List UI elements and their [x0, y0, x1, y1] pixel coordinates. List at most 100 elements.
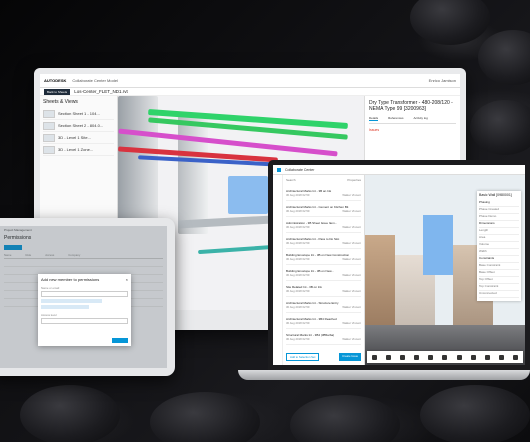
sheet-item[interactable]: 3D - Level 1 Site... [43, 132, 114, 144]
add-to-selection-button[interactable]: Add to Selection Set [286, 353, 320, 361]
list-item[interactable]: Administration - 3B Sheet Issue Item... 3… [286, 217, 361, 233]
leather-tuft [478, 30, 530, 85]
fullscreen-icon[interactable] [513, 354, 519, 360]
model-browser-icon[interactable] [470, 354, 476, 360]
item-owner: Walker Vincent [342, 320, 361, 325]
panel-title: Basic Wall [0980001] [479, 193, 512, 197]
issues-list: Search Properties Architectural Marks In… [283, 175, 365, 365]
property-row: Phase Demo [479, 214, 519, 221]
list-item[interactable]: Building Envelope Int - 3B on New Constr… [286, 249, 361, 265]
tablet-screen: Project Management Permissions Name Role… [0, 226, 167, 368]
project-name[interactable]: Collaborate Center Model [72, 78, 118, 83]
first-person-icon[interactable] [414, 354, 420, 360]
field-label: Name or email [41, 286, 60, 290]
orbit-icon[interactable] [371, 354, 377, 360]
item-owner: Walker Vincent [342, 256, 361, 261]
list-item[interactable]: Architectural Marks Int - 3B an Ink 30 Au… [286, 185, 361, 201]
list-item[interactable]: Architectural Marks Int - Pass to Do Slo… [286, 233, 361, 249]
section-icon[interactable] [442, 354, 448, 360]
list-item[interactable]: Site Related Int - 3B on Ink 30 Aug 2018 … [286, 281, 361, 297]
list-item[interactable]: Structural Marks Int - 3B4 (3B5arba) 30 A… [286, 329, 361, 345]
access-level-select[interactable] [41, 318, 128, 324]
close-icon[interactable]: × [126, 277, 128, 282]
item-date: 30 Aug 2018 02:59 [286, 304, 310, 309]
tablet: Project Management Permissions Name Role… [0, 218, 175, 376]
settings-icon[interactable] [499, 354, 505, 360]
properties-title: Dry Type Transformer - 480-208/120 - NEM… [369, 100, 453, 112]
sheet-thumbnail [43, 121, 55, 130]
panel-section[interactable]: Dimensions [479, 221, 519, 228]
building-3d-view[interactable]: Basic Wall [0980001] Phasing Phase Creat… [365, 175, 525, 365]
zoom-icon[interactable] [399, 354, 405, 360]
property-row: Base Constraint [479, 263, 519, 270]
leather-tuft [470, 100, 530, 155]
property-row: Top Constraint [479, 284, 519, 291]
top-bar: AUTODESK Collaborate Center Model Enrico… [40, 74, 460, 88]
sub-bar: Back to Sheets Los-Center_FLET_ND1.rvt [40, 88, 460, 96]
modal-header: Add new member to permissions × [41, 277, 128, 282]
explode-icon[interactable] [456, 354, 462, 360]
tab-details[interactable]: Details [369, 116, 379, 121]
create-issue-button[interactable]: Create Issue [339, 353, 361, 361]
property-row: Volume [479, 242, 519, 249]
user-menu[interactable]: Enrico Jamison [429, 78, 456, 83]
properties-link[interactable]: Properties [347, 178, 361, 182]
modal-title: Add new member to permissions [41, 277, 100, 282]
tab-references[interactable]: References [388, 116, 403, 121]
property-row: Length [479, 228, 519, 235]
add-member-modal: Add new member to permissions × Name or … [38, 274, 131, 346]
item-owner: Walker Vincent [342, 224, 361, 229]
sheet-thumbnail [43, 145, 55, 154]
issues-link[interactable]: Issues [369, 128, 456, 132]
wall-properties-panel: Basic Wall [0980001] Phasing Phase Creat… [477, 191, 521, 301]
member-chip[interactable] [41, 305, 89, 309]
panel-section[interactable]: Phasing [479, 200, 519, 207]
leather-tuft [290, 395, 400, 442]
laptop: Collaborate Center Search Properties Arc… [238, 160, 530, 382]
item-owner: Walker Vincent [342, 288, 361, 293]
field-label: Access level [41, 313, 57, 317]
leather-tuft [150, 392, 260, 442]
item-date: 30 Aug 2018 02:59 [286, 336, 310, 341]
tab-activity-log[interactable]: Activity log [414, 116, 428, 121]
list-item[interactable]: Architectural Marks Int - Structure Entr… [286, 297, 361, 313]
highlighted-wall[interactable] [423, 215, 453, 275]
list-actions: Add to Selection Set Create Issue [286, 353, 361, 361]
item-owner: Walker Vincent [342, 192, 361, 197]
sheet-thumbnail [43, 133, 55, 142]
property-row: Top Offset [479, 277, 519, 284]
sheet-item[interactable]: Section Sheet 2 - 804.0... [43, 120, 114, 132]
properties-tabs: Details References Activity log [369, 116, 456, 124]
sheet-item[interactable]: Section Sheet 1 - 104... [43, 108, 114, 120]
item-date: 30 Aug 2018 02:59 [286, 240, 310, 245]
item-date: 30 Aug 2018 02:59 [286, 224, 310, 229]
item-date: 30 Aug 2018 02:59 [286, 208, 310, 213]
sheet-item[interactable]: 3D - Level 1 Zone... [43, 144, 114, 156]
leather-tuft [420, 385, 530, 442]
laptop-bezel: Collaborate Center Search Properties Arc… [268, 160, 530, 370]
properties-icon[interactable] [484, 354, 490, 360]
property-row: Width [479, 249, 519, 256]
pan-icon[interactable] [385, 354, 391, 360]
search-link[interactable]: Search [286, 178, 296, 182]
property-row: Unconnected [479, 291, 519, 298]
item-owner: Walker Vincent [342, 208, 361, 213]
member-search-input[interactable] [41, 291, 128, 297]
item-owner: Walker Vincent [342, 240, 361, 245]
panel-section[interactable]: Constraints [479, 256, 519, 263]
laptop-base [238, 370, 530, 380]
breadcrumb[interactable]: Collaborate Center [285, 168, 314, 172]
measure-icon[interactable] [428, 354, 434, 360]
app-logo-icon [277, 167, 281, 172]
property-row: Area [479, 235, 519, 242]
back-to-sheets-button[interactable]: Back to Sheets [44, 88, 71, 95]
duct-box[interactable] [228, 176, 268, 214]
list-item[interactable]: Architectural Marks Int - Cement on Kitc… [286, 201, 361, 217]
leather-tuft [20, 385, 120, 442]
add-button[interactable] [112, 338, 128, 343]
list-item[interactable]: Architectural Marks Int - 3B4 Reached 30 … [286, 313, 361, 329]
item-date: 30 Aug 2018 02:59 [286, 320, 310, 325]
item-date: 30 Aug 2018 02:59 [286, 272, 310, 277]
member-chip[interactable] [41, 299, 102, 303]
list-item[interactable]: Building Envelope Int - 3B on New... 30 A… [286, 265, 361, 281]
